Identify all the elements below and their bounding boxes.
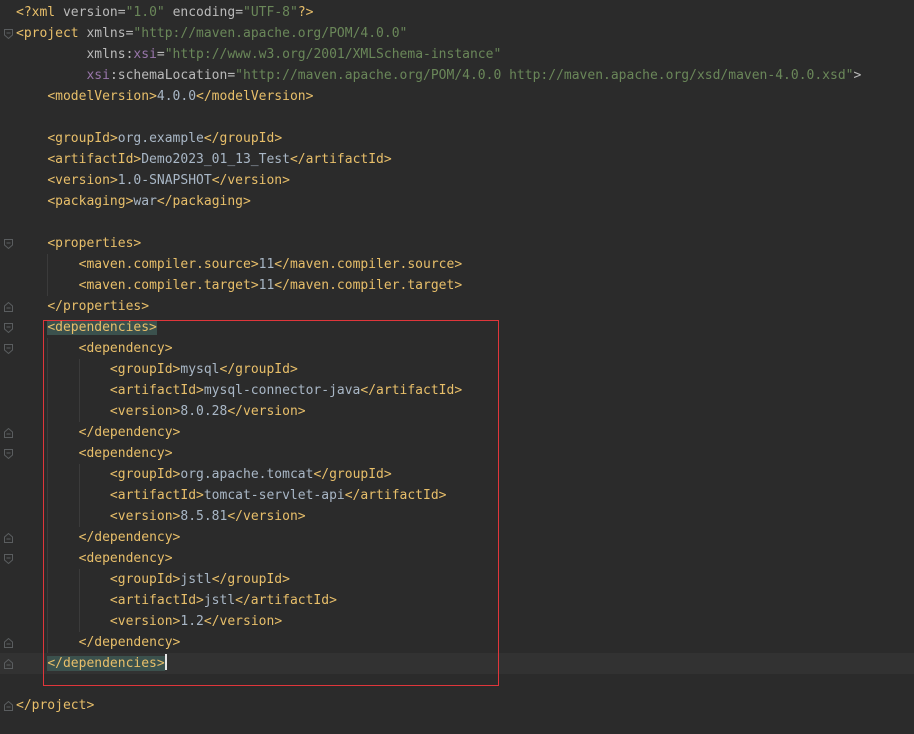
code-line-text: <artifactId>jstl</artifactId> — [109, 593, 337, 608]
code-line[interactable]: <modelVersion>4.0.0</modelVersion> — [16, 86, 914, 107]
code-line-text: <artifactId>Demo2023_01_13_Test</artifac… — [47, 152, 392, 167]
code-line[interactable]: <artifactId>jstl</artifactId> — [16, 590, 914, 611]
code-line[interactable] — [16, 674, 914, 695]
code-line[interactable]: <maven.compiler.target>11</maven.compile… — [16, 275, 914, 296]
code-line-text: </dependencies> — [47, 654, 167, 671]
fold-start-icon[interactable] — [4, 554, 13, 564]
code-line-text: <maven.compiler.source>11</maven.compile… — [78, 257, 463, 272]
code-line-text: <modelVersion>4.0.0</modelVersion> — [47, 89, 314, 104]
code-line[interactable]: </project> — [16, 695, 914, 716]
code-line-text: <groupId>org.example</groupId> — [47, 131, 283, 146]
code-line[interactable]: <dependencies> — [16, 317, 914, 338]
fold-start-icon[interactable] — [4, 449, 13, 459]
code-line[interactable]: <project xmlns="http://maven.apache.org/… — [16, 23, 914, 44]
code-line[interactable]: xsi:schemaLocation="http://maven.apache.… — [16, 65, 914, 86]
code-line[interactable]: <groupId>org.example</groupId> — [16, 128, 914, 149]
fold-start-icon[interactable] — [4, 344, 13, 354]
code-line-text: <version>1.0-SNAPSHOT</version> — [47, 173, 290, 188]
fold-end-icon[interactable] — [4, 701, 13, 711]
code-line-text: </dependency> — [78, 425, 181, 440]
code-line-text: <artifactId>tomcat-servlet-api</artifact… — [109, 488, 447, 503]
code-line-text: <properties> — [47, 236, 142, 251]
code-line-text: <?xml version="1.0" encoding="UTF-8"?> — [16, 5, 314, 20]
code-line-text: <dependency> — [78, 551, 173, 566]
code-line-text: <packaging>war</packaging> — [47, 194, 251, 209]
code-line-text: xmlns:xsi="http://www.w3.org/2001/XMLSch… — [86, 47, 502, 62]
code-line[interactable]: <version>8.5.81</version> — [16, 506, 914, 527]
code-line-text: <groupId>jstl</groupId> — [109, 572, 290, 587]
code-line[interactable]: <artifactId>Demo2023_01_13_Test</artifac… — [16, 149, 914, 170]
code-line[interactable]: <version>1.0-SNAPSHOT</version> — [16, 170, 914, 191]
code-line-text: <version>1.2</version> — [109, 614, 283, 629]
code-line[interactable]: <groupId>mysql</groupId> — [16, 359, 914, 380]
code-line[interactable]: xmlns:xsi="http://www.w3.org/2001/XMLSch… — [16, 44, 914, 65]
code-line[interactable]: </dependency> — [16, 527, 914, 548]
code-content[interactable]: <?xml version="1.0" encoding="UTF-8"?> <p… — [0, 2, 914, 716]
code-line-text: </properties> — [47, 299, 150, 314]
fold-start-icon[interactable] — [4, 323, 13, 333]
fold-start-icon[interactable] — [4, 29, 13, 39]
code-line[interactable]: <version>8.0.28</version> — [16, 401, 914, 422]
code-line[interactable]: <packaging>war</packaging> — [16, 191, 914, 212]
code-line[interactable]: </properties> — [16, 296, 914, 317]
code-line-text: <project xmlns="http://maven.apache.org/… — [16, 26, 408, 41]
code-line[interactable] — [16, 212, 914, 233]
fold-start-icon[interactable] — [4, 239, 13, 249]
text-caret — [164, 654, 167, 670]
code-line[interactable]: <dependency> — [16, 443, 914, 464]
code-line-text: </dependency> — [78, 635, 181, 650]
code-line-text: <groupId>org.apache.tomcat</groupId> — [109, 467, 392, 482]
fold-end-icon[interactable] — [4, 659, 13, 669]
code-line[interactable]: <dependency> — [16, 548, 914, 569]
fold-end-icon[interactable] — [4, 638, 13, 648]
code-line[interactable]: </dependencies> — [0, 653, 914, 674]
code-line-text: <dependency> — [78, 446, 173, 461]
code-line[interactable] — [16, 107, 914, 128]
code-line[interactable]: <?xml version="1.0" encoding="UTF-8"?> — [16, 2, 914, 23]
code-line[interactable]: <groupId>org.apache.tomcat</groupId> — [16, 464, 914, 485]
code-line-text: <maven.compiler.target>11</maven.compile… — [78, 278, 463, 293]
fold-gutter — [0, 0, 14, 734]
code-line[interactable]: <dependency> — [16, 338, 914, 359]
fold-end-icon[interactable] — [4, 302, 13, 312]
code-line-text: <artifactId>mysql-connector-java</artifa… — [109, 383, 463, 398]
code-line[interactable]: </dependency> — [16, 632, 914, 653]
code-line[interactable]: <maven.compiler.source>11</maven.compile… — [16, 254, 914, 275]
code-line-text: <dependencies> — [47, 320, 157, 335]
code-line-text: xsi:schemaLocation="http://maven.apache.… — [86, 68, 862, 83]
code-line[interactable]: <groupId>jstl</groupId> — [16, 569, 914, 590]
code-line[interactable]: <properties> — [16, 233, 914, 254]
code-line[interactable]: </dependency> — [16, 422, 914, 443]
fold-end-icon[interactable] — [4, 428, 13, 438]
code-line[interactable]: <artifactId>tomcat-servlet-api</artifact… — [16, 485, 914, 506]
fold-end-icon[interactable] — [4, 533, 13, 543]
code-line-text: <version>8.5.81</version> — [109, 509, 306, 524]
code-line-text: <dependency> — [78, 341, 173, 356]
code-line-text: </dependency> — [78, 530, 181, 545]
code-editor[interactable]: <?xml version="1.0" encoding="UTF-8"?> <p… — [0, 0, 914, 734]
code-line-text: </project> — [16, 698, 95, 713]
code-line-text: <groupId>mysql</groupId> — [109, 362, 298, 377]
code-line[interactable]: <artifactId>mysql-connector-java</artifa… — [16, 380, 914, 401]
code-line-text: <version>8.0.28</version> — [109, 404, 306, 419]
code-line[interactable]: <version>1.2</version> — [16, 611, 914, 632]
